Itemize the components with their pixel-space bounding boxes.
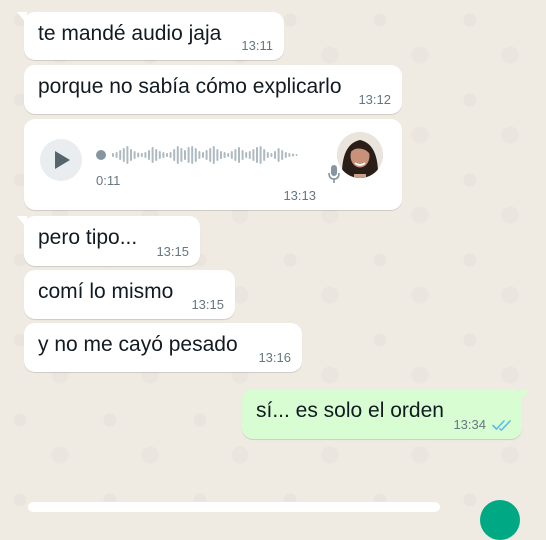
message-time: 13:13: [283, 188, 316, 203]
waveform-bar: [176, 146, 179, 164]
waveform-bar: [281, 150, 284, 160]
waveform-bar: [140, 153, 143, 157]
message-time: 13:16: [258, 350, 291, 365]
double-check-icon: [492, 420, 511, 431]
play-icon: [55, 151, 70, 169]
waveform-bar: [202, 152, 204, 158]
incoming-message[interactable]: porque no sabía cómo explicarlo 13:12: [24, 65, 402, 114]
waveform-bar: [187, 147, 190, 163]
waveform-bar: [133, 151, 136, 159]
waveform-bar: [115, 152, 118, 158]
waveform-bar: [230, 151, 233, 159]
waveform-bar: [198, 151, 201, 159]
waveform-bar: [184, 150, 186, 160]
waveform-bar: [119, 150, 122, 160]
waveform-bar: [212, 146, 215, 164]
waveform-bar: [263, 149, 266, 161]
waveform-bar: [270, 153, 273, 157]
waveform-bar: [216, 149, 219, 161]
incoming-message[interactable]: y no me cayó pesado 13:16: [24, 323, 302, 372]
waveform-bar: [162, 152, 165, 158]
message-time: 13:11: [241, 38, 273, 53]
waveform-bar: [151, 147, 154, 163]
play-button[interactable]: [40, 139, 82, 181]
message-text: te mandé audio jaja: [38, 22, 222, 45]
waveform-bar: [238, 147, 240, 163]
waveform-bar: [122, 148, 125, 162]
voice-message[interactable]: 0:11 13:13: [24, 119, 402, 210]
waveform-bar: [288, 153, 291, 157]
waveform-bar: [194, 148, 197, 162]
waveform-bar: [234, 149, 237, 161]
waveform-bar: [180, 148, 183, 162]
message-text: y no me cayó pesado: [38, 333, 238, 356]
incoming-message[interactable]: pero tipo... 13:15: [17, 216, 200, 266]
waveform-bar: [169, 152, 172, 158]
waveform-bar: [158, 151, 161, 159]
avatar: [337, 132, 383, 178]
send-button[interactable]: [480, 500, 520, 540]
waveform-bar: [173, 149, 176, 161]
waveform-bar: [295, 154, 298, 156]
waveform-bar: [137, 152, 140, 158]
profile-photo: [337, 132, 383, 178]
waveform-bar: [130, 149, 132, 161]
voice-duration: 0:11: [96, 173, 121, 188]
incoming-message[interactable]: te mandé audio jaja 13:11: [17, 12, 284, 60]
waveform-bar: [209, 148, 212, 162]
waveform-bar: [223, 152, 226, 158]
waveform-bar: [144, 152, 147, 158]
waveform-bar: [252, 149, 255, 161]
waveform-bar: [126, 146, 129, 164]
outgoing-message[interactable]: sí... es solo el orden 13:34: [242, 389, 530, 439]
waveform-bar: [241, 150, 244, 160]
waveform-bar: [112, 153, 114, 157]
waveform-bar: [227, 153, 230, 157]
message-text: sí... es solo el orden: [256, 399, 444, 422]
waveform-bar: [220, 151, 222, 159]
waveform-bar: [148, 150, 150, 160]
message-text: comí lo mismo: [38, 280, 174, 303]
waveform-bar: [259, 146, 262, 164]
message-input-bar[interactable]: [28, 502, 440, 512]
waveform-bar: [284, 152, 287, 158]
message-text: pero tipo...: [38, 226, 138, 249]
waveform-bar: [248, 151, 251, 159]
waveform-bar: [245, 152, 248, 158]
waveform-bar: [274, 151, 276, 159]
waveform-bar: [191, 146, 194, 164]
waveform-bar: [292, 153, 294, 157]
message-text: porque no sabía cómo explicarlo: [38, 75, 342, 98]
message-time: 13:15: [156, 244, 189, 259]
message-time: 13:15: [191, 297, 224, 312]
waveform-bar: [166, 153, 168, 157]
incoming-message[interactable]: comí lo mismo 13:15: [24, 270, 235, 319]
waveform-bar: [155, 149, 158, 161]
waveform-bar: [277, 148, 280, 162]
waveform-bar: [205, 150, 208, 160]
waveform-bar: [256, 147, 258, 163]
message-time: 13:12: [358, 92, 391, 107]
mic-icon: [328, 165, 340, 183]
waveform-bar: [266, 152, 269, 158]
voice-waveform[interactable]: [96, 144, 311, 166]
message-time: 13:34: [453, 417, 486, 432]
